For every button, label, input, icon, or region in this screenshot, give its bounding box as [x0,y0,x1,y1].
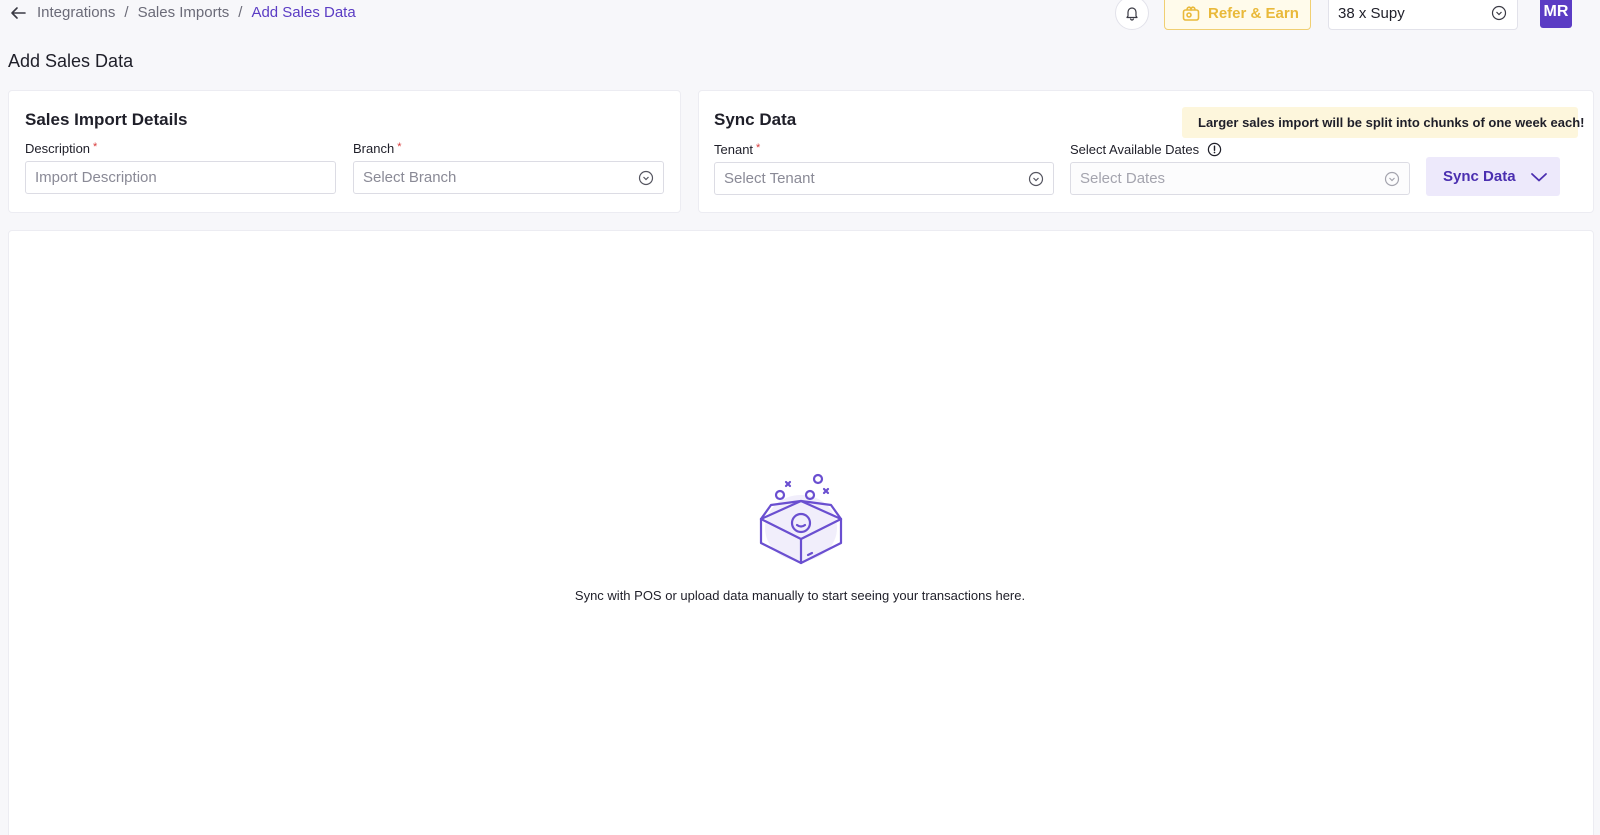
avatar[interactable]: MR [1540,0,1572,28]
dates-select[interactable]: Select Dates [1070,162,1410,195]
empty-box-icon [756,473,846,573]
split-warning-banner: Larger sales import will be split into c… [1182,107,1584,138]
chevron-down-icon [1530,172,1547,181]
tenant-label: Tenant * [714,142,760,157]
breadcrumb-separator: / [238,4,243,21]
refer-earn-label: Refer & Earn [1208,4,1299,22]
sales-import-details-card [8,90,681,213]
sales-import-details-title: Sales Import Details [25,110,188,129]
breadcrumb: Integrations / Sales Imports / Add Sales Dat… [37,4,356,21]
sync-data-title: Sync Data [714,110,797,129]
tenant-label-text: Tenant [714,142,754,157]
chevron-down-icon [1491,5,1507,25]
top-bar: Integrations / Sales Imports / Add Sales Dat… [0,0,1600,30]
branch-label: Branch * [353,141,401,156]
split-warning-text: Larger sales import will be split into c… [1198,115,1585,130]
refer-earn-button[interactable]: Refer & Earn [1164,0,1311,30]
sync-data-button[interactable]: Sync Data [1426,157,1560,196]
description-label: Description * [25,141,97,156]
back-arrow-icon[interactable] [8,2,28,24]
empty-state-message: Sync with POS or upload data manually to… [574,588,1026,603]
tenant-select[interactable]: Select Tenant [714,162,1054,195]
branch-select[interactable]: Select Branch [353,161,664,194]
bell-icon [1126,7,1138,21]
required-marker: * [756,142,761,154]
chevron-down-icon [1028,171,1044,191]
description-label-text: Description [25,141,91,156]
organization-select[interactable]: 38 x Supy [1328,0,1518,30]
branch-label-text: Branch [353,141,395,156]
chevron-down-icon [638,170,654,190]
required-marker: * [93,141,98,153]
branch-placeholder: Select Branch [363,169,457,186]
breadcrumb-integrations[interactable]: Integrations [37,4,115,21]
description-placeholder: Import Description [35,169,157,186]
required-marker: * [397,141,402,153]
page-title: Add Sales Data [8,51,134,71]
dates-label: Select Available Dates [1070,142,1222,157]
sync-data-button-label: Sync Data [1443,168,1516,185]
organization-value: 38 x Supy [1338,4,1405,22]
breadcrumb-sales-imports[interactable]: Sales Imports [138,4,230,21]
dates-placeholder: Select Dates [1080,170,1166,187]
description-input[interactable]: Import Description [25,161,336,194]
info-icon[interactable] [1207,142,1222,157]
chevron-down-icon [1384,171,1400,191]
breadcrumb-separator: / [124,4,129,21]
gift-icon [1182,6,1200,21]
notifications-button[interactable] [1115,0,1149,30]
tenant-placeholder: Select Tenant [724,170,815,187]
breadcrumb-current: Add Sales Data [251,4,356,21]
dates-label-text: Select Available Dates [1070,142,1200,157]
